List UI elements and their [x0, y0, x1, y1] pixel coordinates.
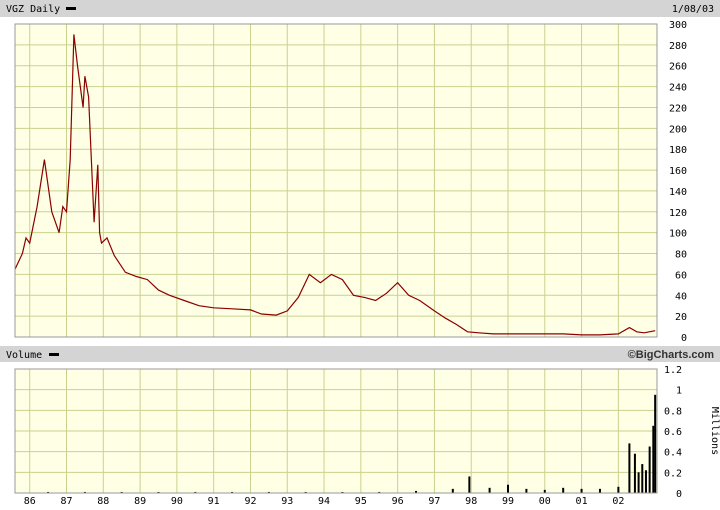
header-band	[0, 0, 720, 17]
volume-bar	[654, 394, 657, 493]
volume-y-tick-label: 1.2	[664, 365, 682, 376]
legend-swatch-volume	[49, 353, 59, 356]
x-tick-label: 87	[60, 496, 72, 507]
stock-chart-svg: VGZ Daily 1/08/03 0204060801001201401601…	[0, 0, 720, 507]
x-tick-label: 97	[428, 496, 440, 507]
x-tick-label: 01	[576, 496, 588, 507]
x-tick-label: 93	[281, 496, 293, 507]
price-y-tick-label: 80	[675, 250, 687, 261]
price-y-axis: 0 20 40 60 80 100 120 140 160 180 200 220 240 260 280 3…	[669, 20, 687, 344]
volume-bar	[598, 488, 601, 493]
chart-date: 1/08/03	[672, 4, 714, 15]
x-tick-label: 00	[539, 496, 551, 507]
volume-y-tick-label: 0.4	[664, 448, 682, 459]
x-tick-label: 95	[355, 496, 367, 507]
stock-chart: VGZ Daily 1/08/03 0 20 40 60 80 100 120 140 160 1…	[0, 0, 720, 510]
price-y-tick-label: 180	[669, 145, 687, 156]
volume-title: Volume	[6, 350, 42, 361]
x-tick-label: 86	[24, 496, 36, 507]
price-y-tick-label: 220	[669, 103, 687, 114]
legend-swatch-price	[66, 7, 76, 10]
volume-axis-label: Millions	[709, 407, 720, 455]
volume-y-tick-label: 1	[676, 386, 682, 397]
price-y-tick-label: 240	[669, 83, 687, 94]
volume-y-axis: 0 0.2 0.4 0.6 0.8 1 1.2	[664, 365, 682, 500]
volume-bar	[617, 486, 620, 493]
volume-y-tick-label: 0.2	[664, 468, 682, 479]
x-tick-label: 99	[502, 496, 514, 507]
volume-bar	[525, 488, 528, 493]
x-tick-label: 92	[244, 496, 256, 507]
x-tick-label: 96	[392, 496, 404, 507]
volume-bar	[562, 487, 565, 493]
price-y-tick-label: 160	[669, 166, 687, 177]
x-tick-label: 02	[612, 496, 624, 507]
volume-y-tick-label: 0.8	[664, 406, 682, 417]
price-y-tick-label: 0	[681, 333, 687, 344]
volume-bar	[488, 487, 491, 493]
x-tick-label: 88	[97, 496, 109, 507]
price-y-tick-label: 140	[669, 187, 687, 198]
x-axis: 86 87 88 89 90 91 92 93 94 95 96 97 98 99 00 01 02	[24, 496, 625, 507]
volume-bar	[652, 425, 655, 493]
price-y-tick-label: 60	[675, 270, 687, 281]
x-tick-label: 90	[171, 496, 183, 507]
x-tick-label: 94	[318, 496, 330, 507]
volume-bar	[451, 488, 454, 493]
price-y-tick-label: 40	[675, 291, 687, 302]
volume-bar	[641, 464, 644, 493]
volume-bar	[633, 453, 636, 493]
volume-bar	[644, 470, 647, 493]
chart-title: VGZ Daily	[6, 4, 60, 15]
volume-bar	[628, 443, 631, 493]
price-y-tick-label: 20	[675, 312, 687, 323]
volume-y-tick-label: 0	[676, 489, 682, 500]
x-tick-label: 89	[134, 496, 146, 507]
x-tick-label: 98	[465, 496, 477, 507]
volume-bar	[580, 488, 583, 493]
volume-bar	[648, 446, 651, 493]
volume-bar	[468, 476, 471, 493]
volume-band	[0, 346, 720, 362]
volume-bar	[506, 484, 509, 493]
price-y-tick-label: 280	[669, 41, 687, 52]
bigcharts-credit: ©BigCharts.com	[628, 349, 715, 361]
x-tick-label: 91	[208, 496, 220, 507]
price-plot-area	[15, 24, 657, 337]
price-y-tick-label: 200	[669, 124, 687, 135]
price-y-tick-label: 120	[669, 208, 687, 219]
price-y-tick-label: 300	[669, 20, 687, 31]
price-y-tick-label: 260	[669, 62, 687, 73]
price-y-tick-label: 100	[669, 229, 687, 240]
volume-y-tick-label: 0.6	[664, 427, 682, 438]
volume-bar	[637, 472, 640, 493]
